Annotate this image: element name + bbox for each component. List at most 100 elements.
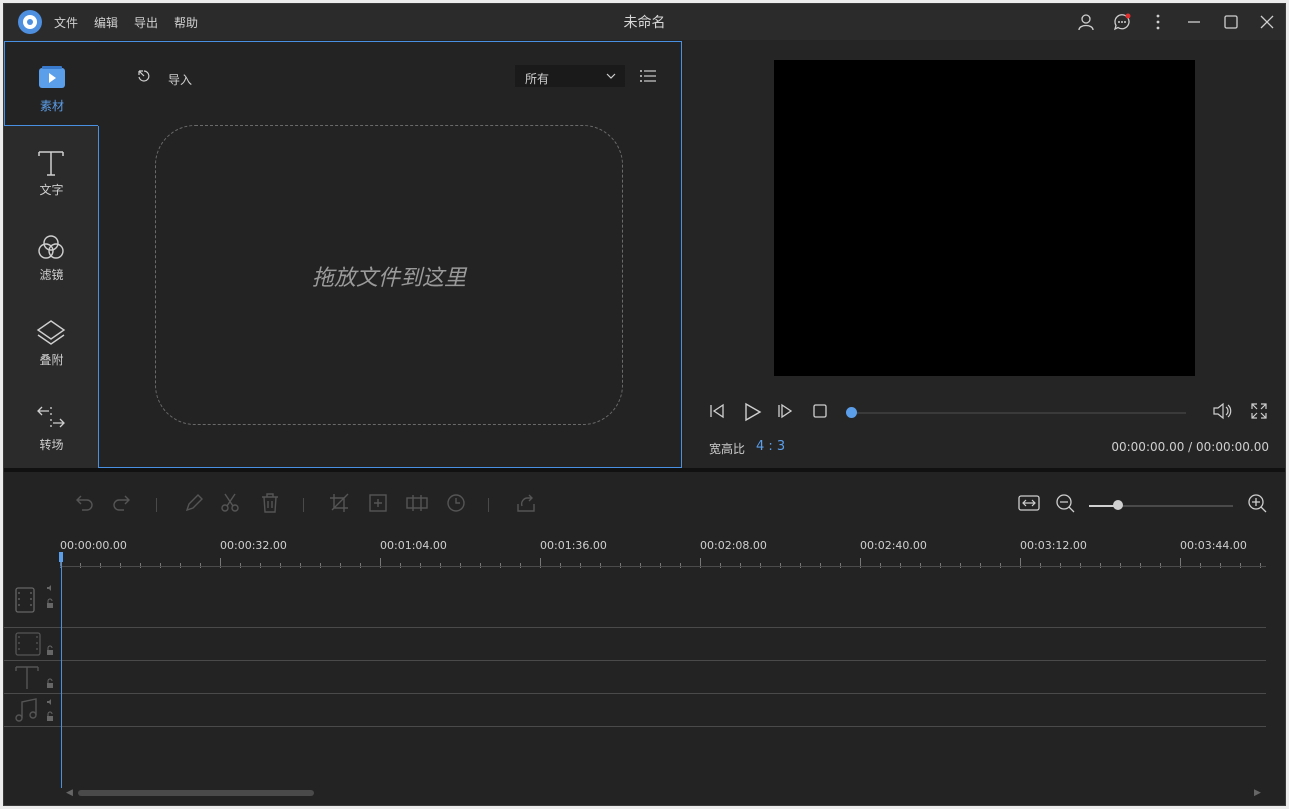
media-filter-select[interactable]: 所有 <box>515 65 625 87</box>
scroll-left-icon[interactable]: ◀ <box>66 788 73 798</box>
playback-progress-bar[interactable] <box>852 412 1186 414</box>
filter-icon <box>38 235 64 259</box>
track-divider <box>4 627 1266 628</box>
ruler-tick-label: 00:02:40.00 <box>860 539 927 552</box>
ruler-tick-label: 00:00:00.00 <box>60 539 127 552</box>
import-button[interactable]: 导入 <box>168 71 192 88</box>
menu-edit[interactable]: 编辑 <box>94 14 118 31</box>
sidebar-item-transition[interactable]: 转场 <box>4 381 99 466</box>
text-track-header <box>12 663 60 696</box>
media-icon <box>39 66 65 88</box>
ruler-baseline <box>60 566 1266 567</box>
ruler-tick-label: 00:00:32.00 <box>220 539 287 552</box>
prev-frame-icon[interactable] <box>708 402 726 420</box>
ruler-tick-label: 00:03:12.00 <box>1020 539 1087 552</box>
close-icon[interactable] <box>1257 12 1277 32</box>
audio-track-header <box>12 696 60 729</box>
preview-panel: 宽高比 4 : 3 00:00:00.00 / 00:00:00.00 <box>684 40 1285 468</box>
toolbar-separator <box>156 498 157 512</box>
mute-icon <box>47 585 51 591</box>
panel-border <box>98 126 99 468</box>
mosaic-icon[interactable] <box>404 492 430 514</box>
menu-export[interactable]: 导出 <box>134 14 158 31</box>
duration-icon[interactable] <box>444 492 468 514</box>
chevron-down-icon <box>606 73 616 79</box>
redo-icon[interactable] <box>110 492 134 514</box>
toolbar-separator <box>488 498 489 512</box>
app-window: 文件 编辑 导出 帮助 未命名 素材 文字 滤镜 叠附 转场 导入 所有 拖放文… <box>3 3 1286 806</box>
aspect-ratio-label: 宽高比 <box>709 442 746 456</box>
import-icon[interactable] <box>136 68 152 84</box>
feedback-icon[interactable] <box>1112 12 1132 32</box>
fullscreen-icon[interactable] <box>1250 402 1268 420</box>
zoom-slider-handle[interactable] <box>1113 500 1123 510</box>
preview-screen <box>774 60 1195 376</box>
delete-icon[interactable] <box>258 492 282 514</box>
mute-icon <box>47 699 51 705</box>
overlay-track-header <box>12 630 60 663</box>
zoom-slider[interactable] <box>1089 505 1233 507</box>
sidebar-item-text[interactable]: 文字 <box>4 126 99 211</box>
track-divider <box>4 693 1266 694</box>
timeline-scrollbar[interactable] <box>78 790 314 796</box>
playhead[interactable] <box>61 552 62 788</box>
edit-icon[interactable] <box>182 492 206 514</box>
playhead-handle[interactable] <box>59 552 63 562</box>
menu-help[interactable]: 帮助 <box>174 14 198 31</box>
playback-progress-handle[interactable] <box>846 407 857 418</box>
ruler-tick-label: 00:02:08.00 <box>700 539 767 552</box>
export-clip-icon[interactable] <box>514 492 538 514</box>
scroll-right-icon[interactable]: ▶ <box>1254 788 1261 798</box>
minimize-icon[interactable] <box>1184 12 1204 32</box>
maximize-icon[interactable] <box>1221 12 1241 32</box>
audio-track-icon <box>15 698 53 722</box>
fit-timeline-icon[interactable] <box>1017 492 1041 514</box>
transition-icon <box>37 406 65 428</box>
timeline-ruler[interactable]: 00:00:00.00 00:00:32.00 00:01:04.00 00:0… <box>60 532 1266 568</box>
text-icon <box>38 151 64 176</box>
lock-icon <box>47 683 53 688</box>
drop-zone-text: 拖放文件到这里 <box>311 266 466 291</box>
media-panel: 导入 所有 拖放文件到这里 <box>98 41 682 468</box>
aspect-ratio-value[interactable]: 4 : 3 <box>756 439 785 454</box>
sidebar-item-label: 转场 <box>39 438 64 452</box>
zoom-out-icon[interactable] <box>1054 492 1078 514</box>
cut-icon[interactable] <box>218 492 242 514</box>
more-icon[interactable] <box>1148 12 1168 32</box>
video-track-header <box>12 582 60 621</box>
sidebar-item-media[interactable]: 素材 <box>4 41 99 126</box>
video-track-icon <box>15 585 53 613</box>
zoom-in-icon[interactable] <box>1246 492 1270 514</box>
text-track-icon <box>15 666 53 689</box>
overlay-icon <box>36 320 66 345</box>
media-filter-value: 所有 <box>525 72 550 86</box>
sidebar: 素材 文字 滤镜 叠附 转场 <box>4 40 99 468</box>
next-frame-icon[interactable] <box>776 402 794 420</box>
app-logo-icon <box>18 10 42 34</box>
zoom-box-icon[interactable] <box>366 492 390 514</box>
track-divider <box>4 660 1266 661</box>
sidebar-item-filter[interactable]: 滤镜 <box>4 211 99 296</box>
crop-icon[interactable] <box>328 492 352 514</box>
undo-icon[interactable] <box>72 492 96 514</box>
overlay-track-icon <box>15 632 53 656</box>
menu-file[interactable]: 文件 <box>54 14 78 31</box>
lock-icon <box>47 716 53 721</box>
sidebar-item-overlay[interactable]: 叠附 <box>4 296 99 381</box>
drop-zone[interactable]: 拖放文件到这里 <box>155 125 623 425</box>
play-icon[interactable] <box>742 402 762 422</box>
stop-icon[interactable] <box>812 402 828 420</box>
playback-timecode: 00:00:00.00 / 00:00:00.00 <box>1111 440 1269 454</box>
track-divider <box>4 726 1266 727</box>
list-view-icon[interactable] <box>639 68 657 84</box>
lock-icon <box>47 650 53 655</box>
toolbar-separator <box>303 498 304 512</box>
title-bar: 文件 编辑 导出 帮助 未命名 <box>4 4 1285 40</box>
ruler-tick-label: 00:03:44.00 <box>1180 539 1247 552</box>
timeline-panel: 00:00:00.00 00:00:32.00 00:01:04.00 00:0… <box>4 472 1285 805</box>
ruler-tick-label: 00:01:36.00 <box>540 539 607 552</box>
sidebar-item-label: 叠附 <box>39 353 64 367</box>
lock-icon <box>47 603 53 608</box>
volume-icon[interactable] <box>1212 402 1232 420</box>
user-icon[interactable] <box>1076 12 1096 32</box>
